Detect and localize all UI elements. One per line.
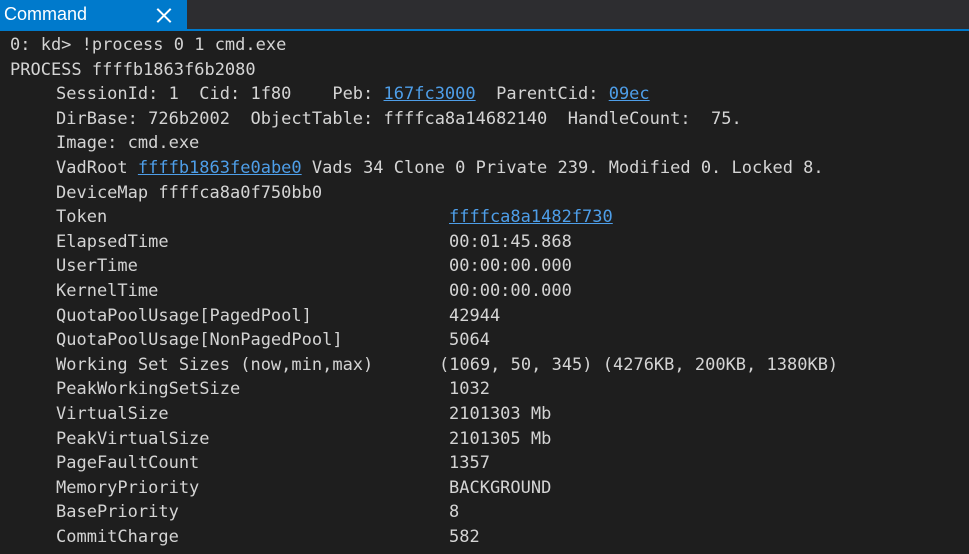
field-key: QuotaPoolUsage[NonPagedPool] [56,330,343,351]
field-value: 42944 [449,305,501,326]
field-key: UserTime [56,256,138,277]
field-key: MemoryPriority [56,477,200,498]
prompt-line: 0: kd> !process 0 1 cmd.exe [10,35,287,55]
dirbase-line: DirBase: 726b2002 ObjectTable: ffffca8a1… [56,108,742,129]
field-key: VirtualSize [56,404,169,424]
field-key: PeakWorkingSetSize [56,379,241,400]
command-window: Command 0: kd> !process 0 1 cmd.exe PROC… [0,0,969,554]
vadroot-line: VadRoot ffffb1863fe0abe0 Vads 34 Clone 0… [56,156,824,180]
field-key: Working Set Sizes (now,min,max) [56,354,374,375]
field-row: PeakVirtualSize 2101305 Mb [10,427,965,451]
field-value: 5064 [449,330,490,351]
field-row: QuotaPoolUsage[NonPagedPool] 5064 [10,328,965,352]
close-icon[interactable] [156,7,172,23]
tab-command[interactable]: Command [0,0,187,29]
field-value: 00:01:45.868 [449,231,572,252]
tab-title: Command [4,4,88,24]
field-value: 00:00:00.000 [449,256,572,277]
field-row: MemoryPriority BACKGROUND [10,476,965,500]
field-row: VirtualSize 2101303 Mb [10,402,965,426]
field-key: PeakVirtualSize [56,428,210,449]
field-value: 1357 [449,453,490,474]
field-row: QuotaPoolUsage[PagedPool] 42944 [10,304,965,328]
tab-bar: Command [0,0,969,31]
field-row: Token ffffca8a1482f730 [10,205,965,229]
field-value: 00:00:00.000 [449,281,572,301]
field-key: CommitCharge [56,527,179,547]
image-line: Image: cmd.exe [56,133,200,154]
parentcid-label: ParentCid: [475,84,609,105]
vadroot-label: VadRoot [56,158,138,178]
field-key: QuotaPoolUsage[PagedPool] [56,305,312,326]
field-key: Token [56,207,108,228]
vadroot-rest: Vads 34 Clone 0 Private 239. Modified 0.… [301,158,824,178]
field-key: KernelTime [56,281,159,301]
field-row: BasePriority 8 [10,500,965,524]
peb-link[interactable]: 167fc3000 [384,84,476,104]
command-output[interactable]: 0: kd> !process 0 1 cmd.exe PROCESS ffff… [10,33,965,547]
field-row: Working Set Sizes (now,min,max) (1069, 50… [10,353,965,377]
field-key: ElapsedTime [56,231,169,252]
process-line: PROCESS ffffb1863f6b2080 [10,59,256,80]
field-row: PeakWorkingSetSize 1032 [10,377,965,401]
field-value: 1032 [449,379,490,400]
field-row: ElapsedTime 00:01:45.868 [10,230,965,254]
field-value: 2101305 Mb [449,428,552,449]
session-line: SessionId: 1 Cid: 1f80 Peb: 167fc3000 Pa… [56,82,650,106]
field-key: BasePriority [56,502,179,523]
vadroot-link[interactable]: ffffb1863fe0abe0 [138,158,302,178]
field-value: 8 [449,502,460,523]
field-key: PageFaultCount [56,453,200,474]
parentcid-link[interactable]: 09ec [609,84,650,104]
devicemap-line: DeviceMap ffffca8a0f750bb0 [56,182,323,203]
field-row: PageFaultCount 1357 [10,451,965,475]
field-value: 582 [449,527,480,547]
field-row: UserTime 00:00:00.000 [10,254,965,278]
field-value: (1069, 50, 345) (4276KB, 200KB, 1380KB) [439,354,839,375]
field-row: KernelTime 00:00:00.000 [10,279,965,303]
field-value: 2101303 Mb [449,404,552,424]
field-row: CommitCharge 582 [10,525,965,549]
session-label: SessionId: 1 Cid: 1f80 Peb: [56,84,384,105]
field-value: BACKGROUND [449,477,552,498]
field-value-link[interactable]: ffffca8a1482f730 [449,205,613,229]
